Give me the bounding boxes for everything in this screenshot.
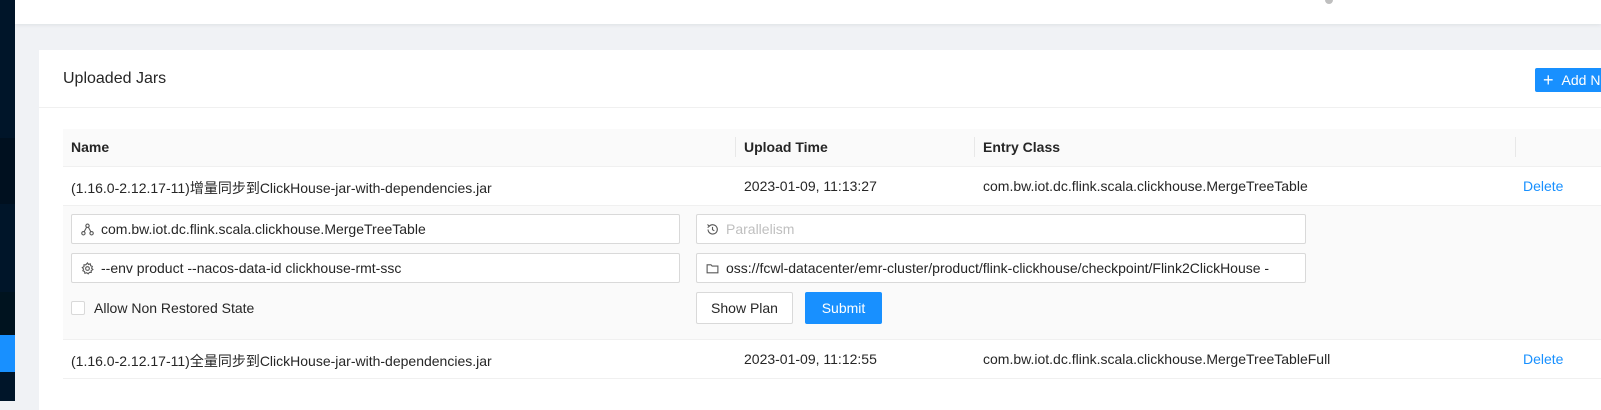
entry-class: com.bw.iot.dc.flink.scala.clickhouse.Mer… xyxy=(983,351,1331,367)
upload-time: 2023-01-09, 11:12:55 xyxy=(744,351,877,367)
add-new-button[interactable]: + Add N xyxy=(1535,68,1601,92)
plus-icon: + xyxy=(1543,70,1554,90)
table-row[interactable]: (1.16.0-2.12.17-11)增量同步到ClickHouse-jar-w… xyxy=(63,167,1601,206)
parallelism-input[interactable]: Parallelism xyxy=(696,214,1306,244)
sidebar xyxy=(0,0,15,401)
cluster-icon xyxy=(81,222,95,236)
column-header-upload-time: Upload Time xyxy=(744,139,828,155)
savepoint-path-value: oss://fcwl-datacenter/emr-cluster/produc… xyxy=(726,260,1270,276)
card-title: Uploaded Jars xyxy=(63,70,167,87)
gear-icon xyxy=(81,261,95,275)
parallelism-placeholder: Parallelism xyxy=(726,221,795,237)
table-header: Name Upload Time Entry Class xyxy=(63,129,1601,167)
show-plan-button[interactable]: Show Plan xyxy=(696,292,793,324)
folder-icon xyxy=(706,261,720,275)
top-header xyxy=(15,0,1601,24)
submit-job-panel: com.bw.iot.dc.flink.scala.clickhouse.Mer… xyxy=(63,206,1601,340)
add-new-label: Add N xyxy=(1561,72,1601,88)
program-args-field[interactable]: --env product --nacos-data-id clickhouse… xyxy=(71,253,680,283)
allow-non-restored-option[interactable]: Allow Non Restored State xyxy=(71,300,254,316)
jars-table: Name Upload Time Entry Class (1.16.0-2.1… xyxy=(63,129,1601,379)
allow-non-restored-label: Allow Non Restored State xyxy=(94,300,255,316)
program-args-value: --env product --nacos-data-id clickhouse… xyxy=(101,260,402,276)
upload-time: 2023-01-09, 11:13:27 xyxy=(744,178,877,194)
jar-name: (1.16.0-2.12.17-11)增量同步到ClickHouse-jar-w… xyxy=(71,180,492,196)
entry-class-field[interactable]: com.bw.iot.dc.flink.scala.clickhouse.Mer… xyxy=(71,214,680,244)
jar-name: (1.16.0-2.12.17-11)全量同步到ClickHouse-jar-w… xyxy=(71,353,492,369)
uploaded-jars-card: Uploaded Jars + Add N Name Upload Time E… xyxy=(39,50,1601,410)
column-header-entry-class: Entry Class xyxy=(983,139,1061,155)
column-divider xyxy=(735,137,736,157)
delete-link[interactable]: Delete xyxy=(1523,351,1563,367)
sidebar-item[interactable] xyxy=(0,292,15,335)
submit-button[interactable]: Submit xyxy=(805,292,882,324)
sidebar-item[interactable] xyxy=(0,138,15,204)
savepoint-path-field[interactable]: oss://fcwl-datacenter/emr-cluster/produc… xyxy=(696,253,1306,283)
header-indicator xyxy=(1325,0,1333,4)
history-icon xyxy=(706,222,720,236)
entry-class: com.bw.iot.dc.flink.scala.clickhouse.Mer… xyxy=(983,178,1308,194)
column-divider xyxy=(1515,137,1516,157)
delete-link[interactable]: Delete xyxy=(1523,178,1563,194)
card-header: Uploaded Jars + Add N xyxy=(39,50,1601,108)
column-divider xyxy=(974,137,975,157)
entry-class-value: com.bw.iot.dc.flink.scala.clickhouse.Mer… xyxy=(101,221,426,237)
column-header-name: Name xyxy=(71,139,110,155)
allow-non-restored-checkbox[interactable] xyxy=(71,301,85,315)
table-row[interactable]: (1.16.0-2.12.17-11)全量同步到ClickHouse-jar-w… xyxy=(63,340,1601,379)
sidebar-active-item[interactable] xyxy=(0,335,15,372)
